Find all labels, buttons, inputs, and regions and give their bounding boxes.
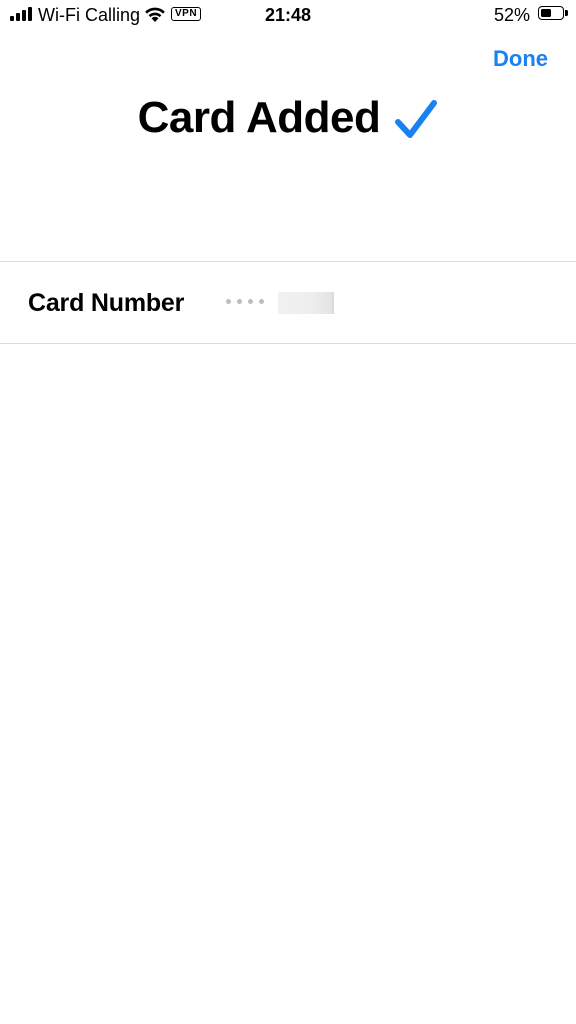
card-number-masked-dots — [226, 299, 264, 304]
done-button[interactable]: Done — [493, 44, 548, 74]
checkmark-icon — [395, 100, 438, 138]
status-time: 21:48 — [264, 5, 312, 25]
battery-icon — [538, 6, 564, 20]
battery-cap — [565, 10, 568, 16]
page-title: Card Added — [137, 93, 381, 142]
battery-level-fill — [541, 9, 551, 17]
battery-percent: 52% — [493, 5, 530, 25]
card-number-row: Card Number — [0, 261, 576, 344]
status-bar: Wi-Fi Calling VPN 21:48 52% — [0, 0, 576, 30]
card-number-redacted-digits — [278, 292, 334, 314]
header: Card Added — [0, 92, 576, 144]
card-number-label: Card Number — [28, 289, 185, 317]
